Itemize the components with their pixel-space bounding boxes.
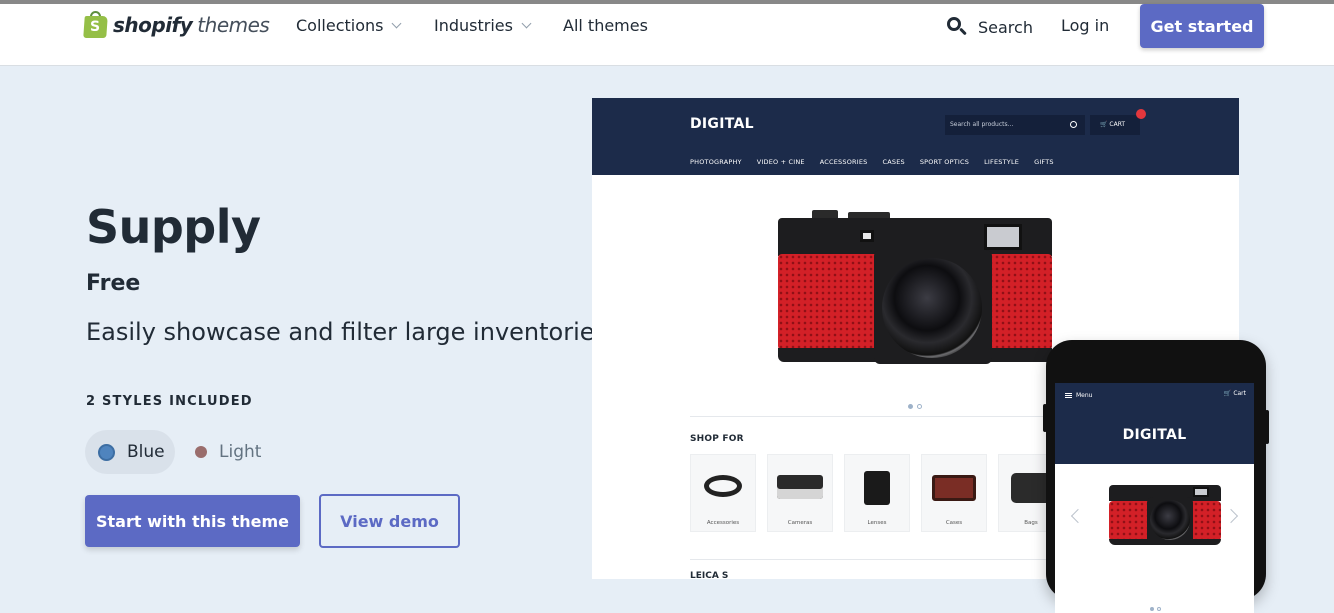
cart-icon: 🛒 [1100,121,1108,128]
preview-menu-item: CASES [882,158,905,166]
mobile-menu-label: Menu [1076,392,1093,399]
category-tile: Lenses [844,454,910,532]
cart-badge [1136,109,1146,119]
lens-ring-icon [704,475,742,497]
preview-menu-item: GIFTS [1034,158,1054,166]
top-nav: S shopify themes Collections Industries … [0,0,1334,66]
category-caption: Accessories [706,520,740,526]
mobile-menu: Menu [1065,392,1092,399]
preview-cart: 🛒 CART [1090,109,1146,135]
search-icon [1070,121,1077,128]
style-swatch-blue [98,443,115,461]
logo-suffix-text: themes [197,12,270,37]
category-tiles: Accessories Cameras Lenses Cases Bags [690,454,1064,532]
chevron-down-icon [521,18,532,29]
search-icon [946,16,968,38]
nav-collections-label: Collections [296,16,384,35]
theme-title: Supply [86,200,261,254]
preview-header: DIGITAL Search all products... 🛒 CART PH… [592,98,1239,175]
preview-logo: DIGITAL [690,116,754,132]
nav-industries-label: Industries [434,16,513,35]
preview-cart-label: CART [1109,121,1126,128]
mobile-logo: DIGITAL [1122,427,1187,443]
search-button[interactable]: Search [946,16,1033,38]
style-option-blue[interactable]: Blue [85,430,175,474]
style-option-light[interactable]: Light [192,430,282,474]
style-label: Blue [127,442,165,462]
mobile-cart: 🛒 Cart [1224,390,1246,397]
category-tile: Cameras [767,454,833,532]
mobile-cart-label: Cart [1233,390,1246,397]
preview-search-placeholder: Search all products... [950,121,1014,128]
preview-menu-item: PHOTOGRAPHY [690,158,742,166]
logo-brand-text: shopify [113,12,193,37]
start-with-theme-button[interactable]: Start with this theme [85,495,300,547]
chevron-down-icon [392,18,402,29]
preview-menu-item: SPORT OPTICS [919,158,970,166]
preview-menu: PHOTOGRAPHY VIDEO + CINE ACCESSORIES CAS… [690,158,1054,166]
login-link[interactable]: Log in [1061,16,1109,35]
category-tile: Accessories [690,454,756,532]
cart-icon: 🛒 [1223,390,1232,397]
case-icon [932,475,976,501]
nav-all-themes-label: All themes [563,16,648,35]
category-tile: Cases [921,454,987,532]
search-label: Search [978,17,1033,37]
theme-price: Free [86,271,141,296]
preview-menu-item: LIFESTYLE [984,158,1020,166]
mobile-preview: Menu 🛒 Cart DIGITAL [1043,340,1269,613]
camera-image [774,208,1056,388]
shop-for-heading: SHOP FOR [690,434,744,444]
style-label: Light [219,442,262,462]
view-demo-button[interactable]: View demo [319,494,460,548]
lens-icon [864,471,890,505]
category-caption: Cameras [787,520,813,526]
hamburger-icon [1065,393,1072,398]
nav-all-themes[interactable]: All themes [563,16,648,35]
shopify-bag-icon: S [83,11,108,38]
styles-included-label: 2 STYLES INCLUDED [86,394,253,409]
shopify-themes-logo[interactable]: S shopify themes [83,11,270,38]
theme-tagline: Easily showcase and filter large invento… [86,318,608,346]
category-caption: Lenses [867,520,887,526]
nav-industries[interactable]: Industries [434,16,532,35]
get-started-button[interactable]: Get started [1140,4,1264,48]
next-section-heading: LEICA S [690,571,729,579]
preview-menu-item: VIDEO + CINE [756,158,805,166]
bag-icon [1011,473,1051,503]
camera-icon [777,475,823,499]
style-swatch-light [195,446,207,458]
chevron-right-icon [1223,508,1239,524]
nav-collections[interactable]: Collections [296,16,402,35]
slider-dots [908,404,922,409]
mobile-slider-dots [1150,607,1161,611]
mobile-header: Menu 🛒 Cart DIGITAL [1055,383,1254,464]
preview-menu-item: ACCESSORIES [819,158,868,166]
chevron-left-icon [1070,508,1086,524]
preview-search: Search all products... [945,115,1085,135]
category-caption: Cases [945,520,963,526]
camera-image [1107,483,1223,555]
